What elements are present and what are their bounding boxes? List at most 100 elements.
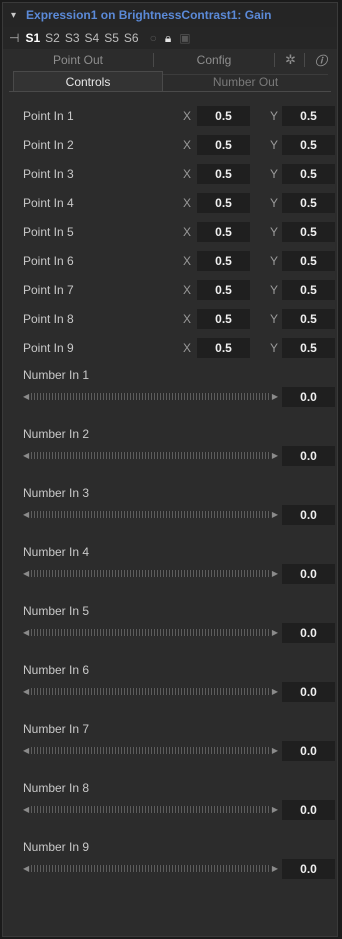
lock-icon[interactable]: 🔒︎ bbox=[165, 31, 171, 46]
number-value-field[interactable]: 0.0 bbox=[282, 505, 335, 525]
number-slider[interactable]: ◀ ▶ bbox=[23, 510, 278, 519]
tab-config[interactable]: Config bbox=[154, 53, 274, 67]
x-value-field[interactable]: 0.5 bbox=[197, 221, 250, 242]
number-value-field[interactable]: 0.0 bbox=[282, 800, 335, 820]
x-value-field[interactable]: 0.5 bbox=[197, 163, 250, 184]
x-axis-label: X bbox=[183, 340, 192, 355]
left-arrow-icon[interactable]: ◀ bbox=[23, 746, 29, 755]
y-value-field[interactable]: 0.5 bbox=[282, 279, 335, 300]
left-arrow-icon[interactable]: ◀ bbox=[23, 451, 29, 460]
left-arrow-icon[interactable]: ◀ bbox=[23, 569, 29, 578]
number-label: Number In 8 bbox=[23, 781, 90, 795]
chevron-down-icon[interactable]: ▾ bbox=[11, 10, 16, 21]
right-arrow-icon[interactable]: ▶ bbox=[272, 687, 278, 696]
y-value-field[interactable]: 0.5 bbox=[282, 250, 335, 271]
left-arrow-icon[interactable]: ◀ bbox=[23, 628, 29, 637]
version-s3[interactable]: S3 bbox=[65, 31, 80, 45]
version-s5[interactable]: S5 bbox=[104, 31, 119, 45]
info-icon[interactable]: ⓘ bbox=[315, 52, 327, 69]
point-label: Point In 4 bbox=[23, 195, 74, 210]
point-label: Point In 8 bbox=[23, 311, 74, 326]
left-arrow-icon[interactable]: ◀ bbox=[23, 392, 29, 401]
slider-track[interactable] bbox=[31, 511, 270, 518]
right-arrow-icon[interactable]: ▶ bbox=[272, 451, 278, 460]
number-list: Number In 1 ◀ ▶ 0.0 Number In 2 ◀ ▶ 0.0 … bbox=[9, 362, 335, 893]
number-slider[interactable]: ◀ ▶ bbox=[23, 392, 278, 401]
number-slider[interactable]: ◀ ▶ bbox=[23, 805, 278, 814]
left-arrow-icon[interactable]: ◀ bbox=[23, 687, 29, 696]
number-value-field[interactable]: 0.0 bbox=[282, 623, 335, 643]
slider-track[interactable] bbox=[31, 629, 270, 636]
x-value-field[interactable]: 0.5 bbox=[197, 105, 250, 126]
number-slider[interactable]: ◀ ▶ bbox=[23, 451, 278, 460]
pin-icon[interactable]: ⊣ bbox=[9, 31, 19, 45]
number-slider[interactable]: ◀ ▶ bbox=[23, 746, 278, 755]
version-s2[interactable]: S2 bbox=[45, 31, 60, 45]
tab-row-bottom: Controls Number Out bbox=[3, 71, 337, 91]
x-value-field[interactable]: 0.5 bbox=[197, 337, 250, 358]
gear-icon[interactable]: ✲ bbox=[285, 52, 296, 68]
point-row: Point In 6 X 0.5 Y 0.5 bbox=[9, 246, 335, 275]
left-arrow-icon[interactable]: ◀ bbox=[23, 510, 29, 519]
number-value-field[interactable]: 0.0 bbox=[282, 859, 335, 879]
right-arrow-icon[interactable]: ▶ bbox=[272, 392, 278, 401]
slider-track[interactable] bbox=[31, 570, 270, 577]
point-row: Point In 7 X 0.5 Y 0.5 bbox=[9, 275, 335, 304]
right-arrow-icon[interactable]: ▶ bbox=[272, 864, 278, 873]
number-value-field[interactable]: 0.0 bbox=[282, 387, 335, 407]
number-value-field[interactable]: 0.0 bbox=[282, 682, 335, 702]
point-label: Point In 5 bbox=[23, 224, 74, 239]
slider-track[interactable] bbox=[31, 747, 270, 754]
save-icon[interactable]: ▣ bbox=[179, 31, 190, 45]
version-s6[interactable]: S6 bbox=[124, 31, 139, 45]
circle-icon[interactable]: ○ bbox=[150, 31, 157, 45]
slider-track[interactable] bbox=[31, 865, 270, 872]
number-slider[interactable]: ◀ ▶ bbox=[23, 628, 278, 637]
y-axis-label: Y bbox=[270, 166, 279, 181]
x-value-field[interactable]: 0.5 bbox=[197, 279, 250, 300]
slider-track[interactable] bbox=[31, 452, 270, 459]
slider-track[interactable] bbox=[31, 806, 270, 813]
y-value-field[interactable]: 0.5 bbox=[282, 192, 335, 213]
version-s4[interactable]: S4 bbox=[85, 31, 100, 45]
x-value-field[interactable]: 0.5 bbox=[197, 134, 250, 155]
right-arrow-icon[interactable]: ▶ bbox=[272, 628, 278, 637]
point-row: Point In 3 X 0.5 Y 0.5 bbox=[9, 159, 335, 188]
number-label: Number In 6 bbox=[23, 663, 90, 677]
y-value-field[interactable]: 0.5 bbox=[282, 163, 335, 184]
left-arrow-icon[interactable]: ◀ bbox=[23, 805, 29, 814]
y-value-field[interactable]: 0.5 bbox=[282, 337, 335, 358]
x-axis-label: X bbox=[183, 224, 192, 239]
number-label: Number In 2 bbox=[23, 427, 90, 441]
tool-header[interactable]: ▾ Expression1 on BrightnessContrast1: Ga… bbox=[3, 3, 337, 27]
divider bbox=[303, 53, 305, 67]
right-arrow-icon[interactable]: ▶ bbox=[272, 510, 278, 519]
point-list: Point In 1 X 0.5 Y 0.5 Point In 2 X 0.5 … bbox=[9, 101, 335, 362]
x-value-field[interactable]: 0.5 bbox=[197, 192, 250, 213]
number-slider[interactable]: ◀ ▶ bbox=[23, 864, 278, 873]
number-label: Number In 7 bbox=[23, 722, 90, 736]
number-slider[interactable]: ◀ ▶ bbox=[23, 687, 278, 696]
slider-track[interactable] bbox=[31, 393, 270, 400]
number-value-field[interactable]: 0.0 bbox=[282, 741, 335, 761]
tab-number-out[interactable]: Number Out bbox=[163, 73, 328, 89]
tab-point-out[interactable]: Point Out bbox=[3, 53, 153, 67]
x-value-field[interactable]: 0.5 bbox=[197, 250, 250, 271]
y-value-field[interactable]: 0.5 bbox=[282, 134, 335, 155]
y-value-field[interactable]: 0.5 bbox=[282, 105, 335, 126]
y-value-field[interactable]: 0.5 bbox=[282, 221, 335, 242]
version-s1[interactable]: S1 bbox=[25, 31, 40, 45]
right-arrow-icon[interactable]: ▶ bbox=[272, 805, 278, 814]
left-arrow-icon[interactable]: ◀ bbox=[23, 864, 29, 873]
y-value-field[interactable]: 0.5 bbox=[282, 308, 335, 329]
number-value-field[interactable]: 0.0 bbox=[282, 564, 335, 584]
number-value-field[interactable]: 0.0 bbox=[282, 446, 335, 466]
right-arrow-icon[interactable]: ▶ bbox=[272, 746, 278, 755]
right-arrow-icon[interactable]: ▶ bbox=[272, 569, 278, 578]
tab-controls[interactable]: Controls bbox=[13, 71, 163, 91]
slider-track[interactable] bbox=[31, 688, 270, 695]
y-axis-label: Y bbox=[270, 253, 279, 268]
x-value-field[interactable]: 0.5 bbox=[197, 308, 250, 329]
number-slider[interactable]: ◀ ▶ bbox=[23, 569, 278, 578]
y-axis-label: Y bbox=[270, 224, 279, 239]
